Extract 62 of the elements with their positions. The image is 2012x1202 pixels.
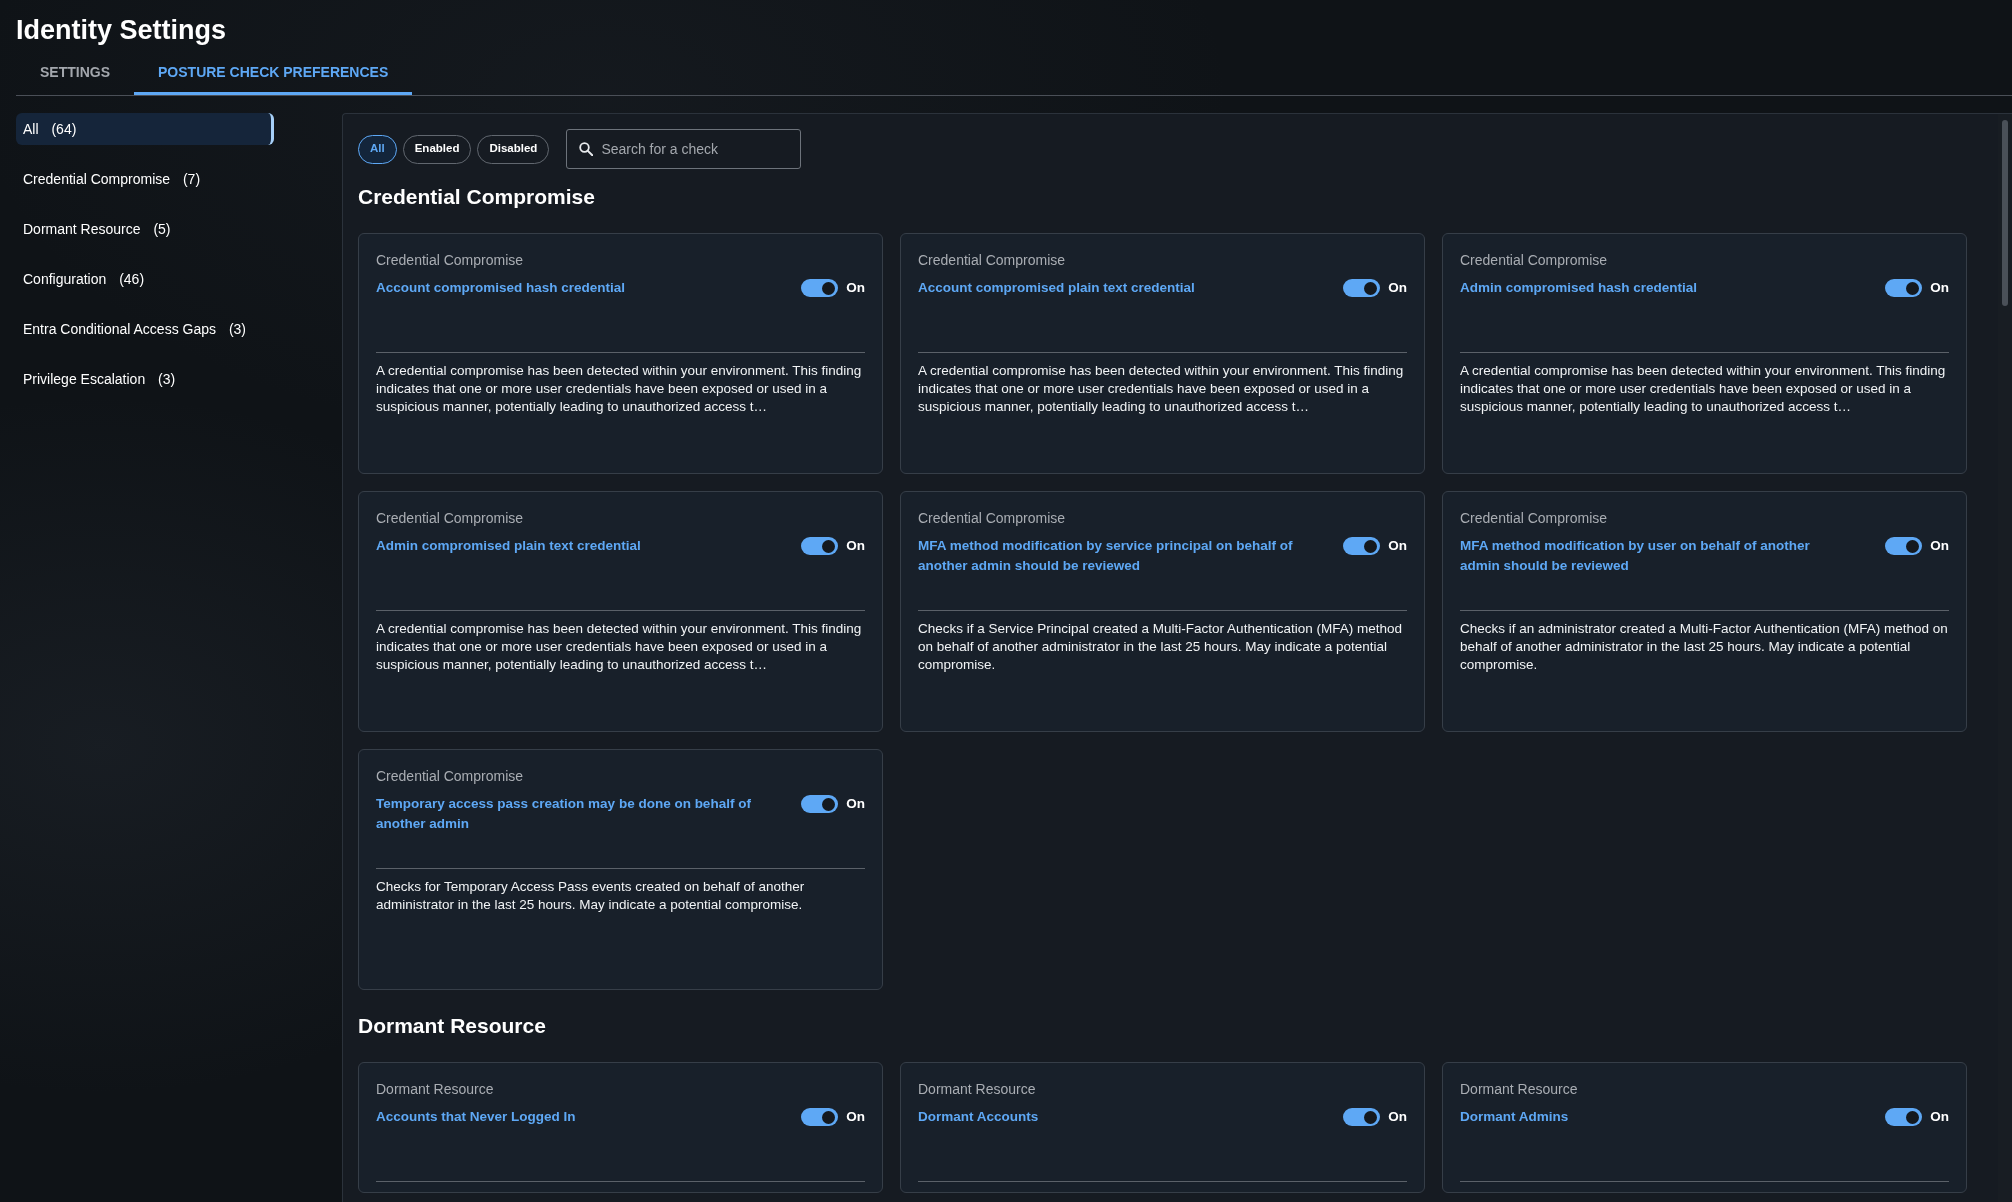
toggle-switch[interactable] — [1885, 279, 1923, 297]
toggle-switch[interactable] — [1343, 537, 1381, 555]
filter-chip[interactable]: All — [358, 134, 397, 164]
check-title-link[interactable]: Dormant Admins — [1460, 1107, 1569, 1127]
toggle-switch[interactable] — [801, 1108, 839, 1126]
toggle-state-label: On — [1388, 1108, 1407, 1126]
scrollbar-thumb[interactable] — [2002, 120, 2008, 306]
toggle-state-label: On — [846, 795, 865, 813]
search-icon — [579, 142, 594, 156]
toggle-state-label: On — [1930, 537, 1949, 555]
toggle-state-label: On — [846, 1108, 865, 1126]
check-title-link[interactable]: Account compromised hash credential — [376, 278, 626, 298]
sidebar-item[interactable]: Configuration (46) — [16, 263, 274, 295]
check-description: Checks if a Service Principal created a Multi-Factor Authentication (MFA) method on behalf of another administrator in the last 25 hours. May indicate a potential compromise. — [918, 620, 1403, 674]
page-title: Identity Settings — [16, 14, 227, 47]
toggle-state-label: On — [1930, 279, 1949, 297]
check-description: A credential compromise has been detected within your environment. This finding indicates that one or more user credentials have been exposed or used in a suspicious manner, potentially leading to unauthorized access t… — [376, 620, 863, 674]
check-title-link[interactable]: Accounts that Never Logged In — [376, 1107, 576, 1127]
toggle-state-label: On — [1388, 279, 1407, 297]
toggle-switch[interactable] — [801, 279, 839, 297]
toggle-state-label: On — [1930, 1108, 1949, 1126]
check-title-link[interactable]: Admin compromised hash credential — [1460, 278, 1698, 298]
check-title-link[interactable]: Temporary access pass creation may be done on behalf of another admin — [376, 794, 766, 834]
check-description: Checks for Temporary Access Pass events created on behalf of another administrator in the last 25 hours. May indicate a potential compromise. — [376, 878, 806, 914]
check-description: A credential compromise has been detected within your environment. This finding indicates that one or more user credentials have been exposed or used in a suspicious manner, potentially leading to unauthorized access t… — [1460, 362, 1947, 416]
category-label: Dormant Resource — [376, 1080, 495, 1099]
toggle-switch[interactable] — [801, 795, 839, 813]
category-label: Credential Compromise — [918, 251, 1067, 270]
check-title-link[interactable]: Admin compromised plain text credential — [376, 536, 641, 556]
category-label: Credential Compromise — [1460, 251, 1609, 270]
check-description: A credential compromise has been detected within your environment. This finding indicates that one or more user credentials have been exposed or used in a suspicious manner, potentially leading to unauthorized access t… — [376, 362, 863, 416]
toggle-state-label: On — [846, 279, 865, 297]
check-title-link[interactable]: MFA method modification by service principal on behalf of another admin should be reviewed — [918, 536, 1308, 576]
category-label: Credential Compromise — [376, 251, 525, 270]
toggle-state-label: On — [1388, 537, 1407, 555]
toggle-switch[interactable] — [801, 537, 839, 555]
sidebar-item[interactable]: Credential Compromise (7) — [16, 163, 274, 195]
category-label: Credential Compromise — [918, 509, 1067, 528]
tab[interactable]: POSTURE CHECK PREFERENCES — [134, 53, 413, 95]
section-heading: Credential Compromise — [358, 184, 596, 210]
toggle-switch[interactable] — [1343, 1108, 1381, 1126]
toggle-state-label: On — [846, 537, 865, 555]
category-label: Credential Compromise — [376, 767, 525, 786]
category-label: Dormant Resource — [918, 1080, 1037, 1099]
toggle-switch[interactable] — [1343, 279, 1381, 297]
check-title-link[interactable]: Account compromised plain text credential — [918, 278, 1195, 298]
toggle-switch[interactable] — [1885, 537, 1923, 555]
toggle-switch[interactable] — [1885, 1108, 1923, 1126]
sidebar-item[interactable]: Privilege Escalation (3) — [16, 363, 274, 395]
category-label: Credential Compromise — [1460, 509, 1609, 528]
check-description: A credential compromise has been detected within your environment. This finding indicates that one or more user credentials have been exposed or used in a suspicious manner, potentially leading to unauthorized access t… — [918, 362, 1405, 416]
category-label: Dormant Resource — [1460, 1080, 1579, 1099]
sidebar-item[interactable]: Dormant Resource (5) — [16, 213, 274, 245]
check-title-link[interactable]: MFA method modification by user on behalf of another admin should be reviewed — [1460, 536, 1850, 576]
check-description: Checks if an administrator created a Multi-Factor Authentication (MFA) method on behalf of another administrator in the last 25 hours. May indicate a potential compromise. — [1460, 620, 1949, 674]
section-heading: Dormant Resource — [358, 1013, 547, 1039]
sidebar-item[interactable]: All (64) — [16, 113, 274, 145]
check-title-link[interactable]: Dormant Accounts — [918, 1107, 1039, 1127]
category-label: Credential Compromise — [376, 509, 525, 528]
sidebar-item[interactable]: Entra Conditional Access Gaps (3) — [16, 313, 274, 345]
tab[interactable]: SETTINGS — [16, 53, 134, 95]
search-field[interactable]: Search for a check — [566, 129, 802, 169]
